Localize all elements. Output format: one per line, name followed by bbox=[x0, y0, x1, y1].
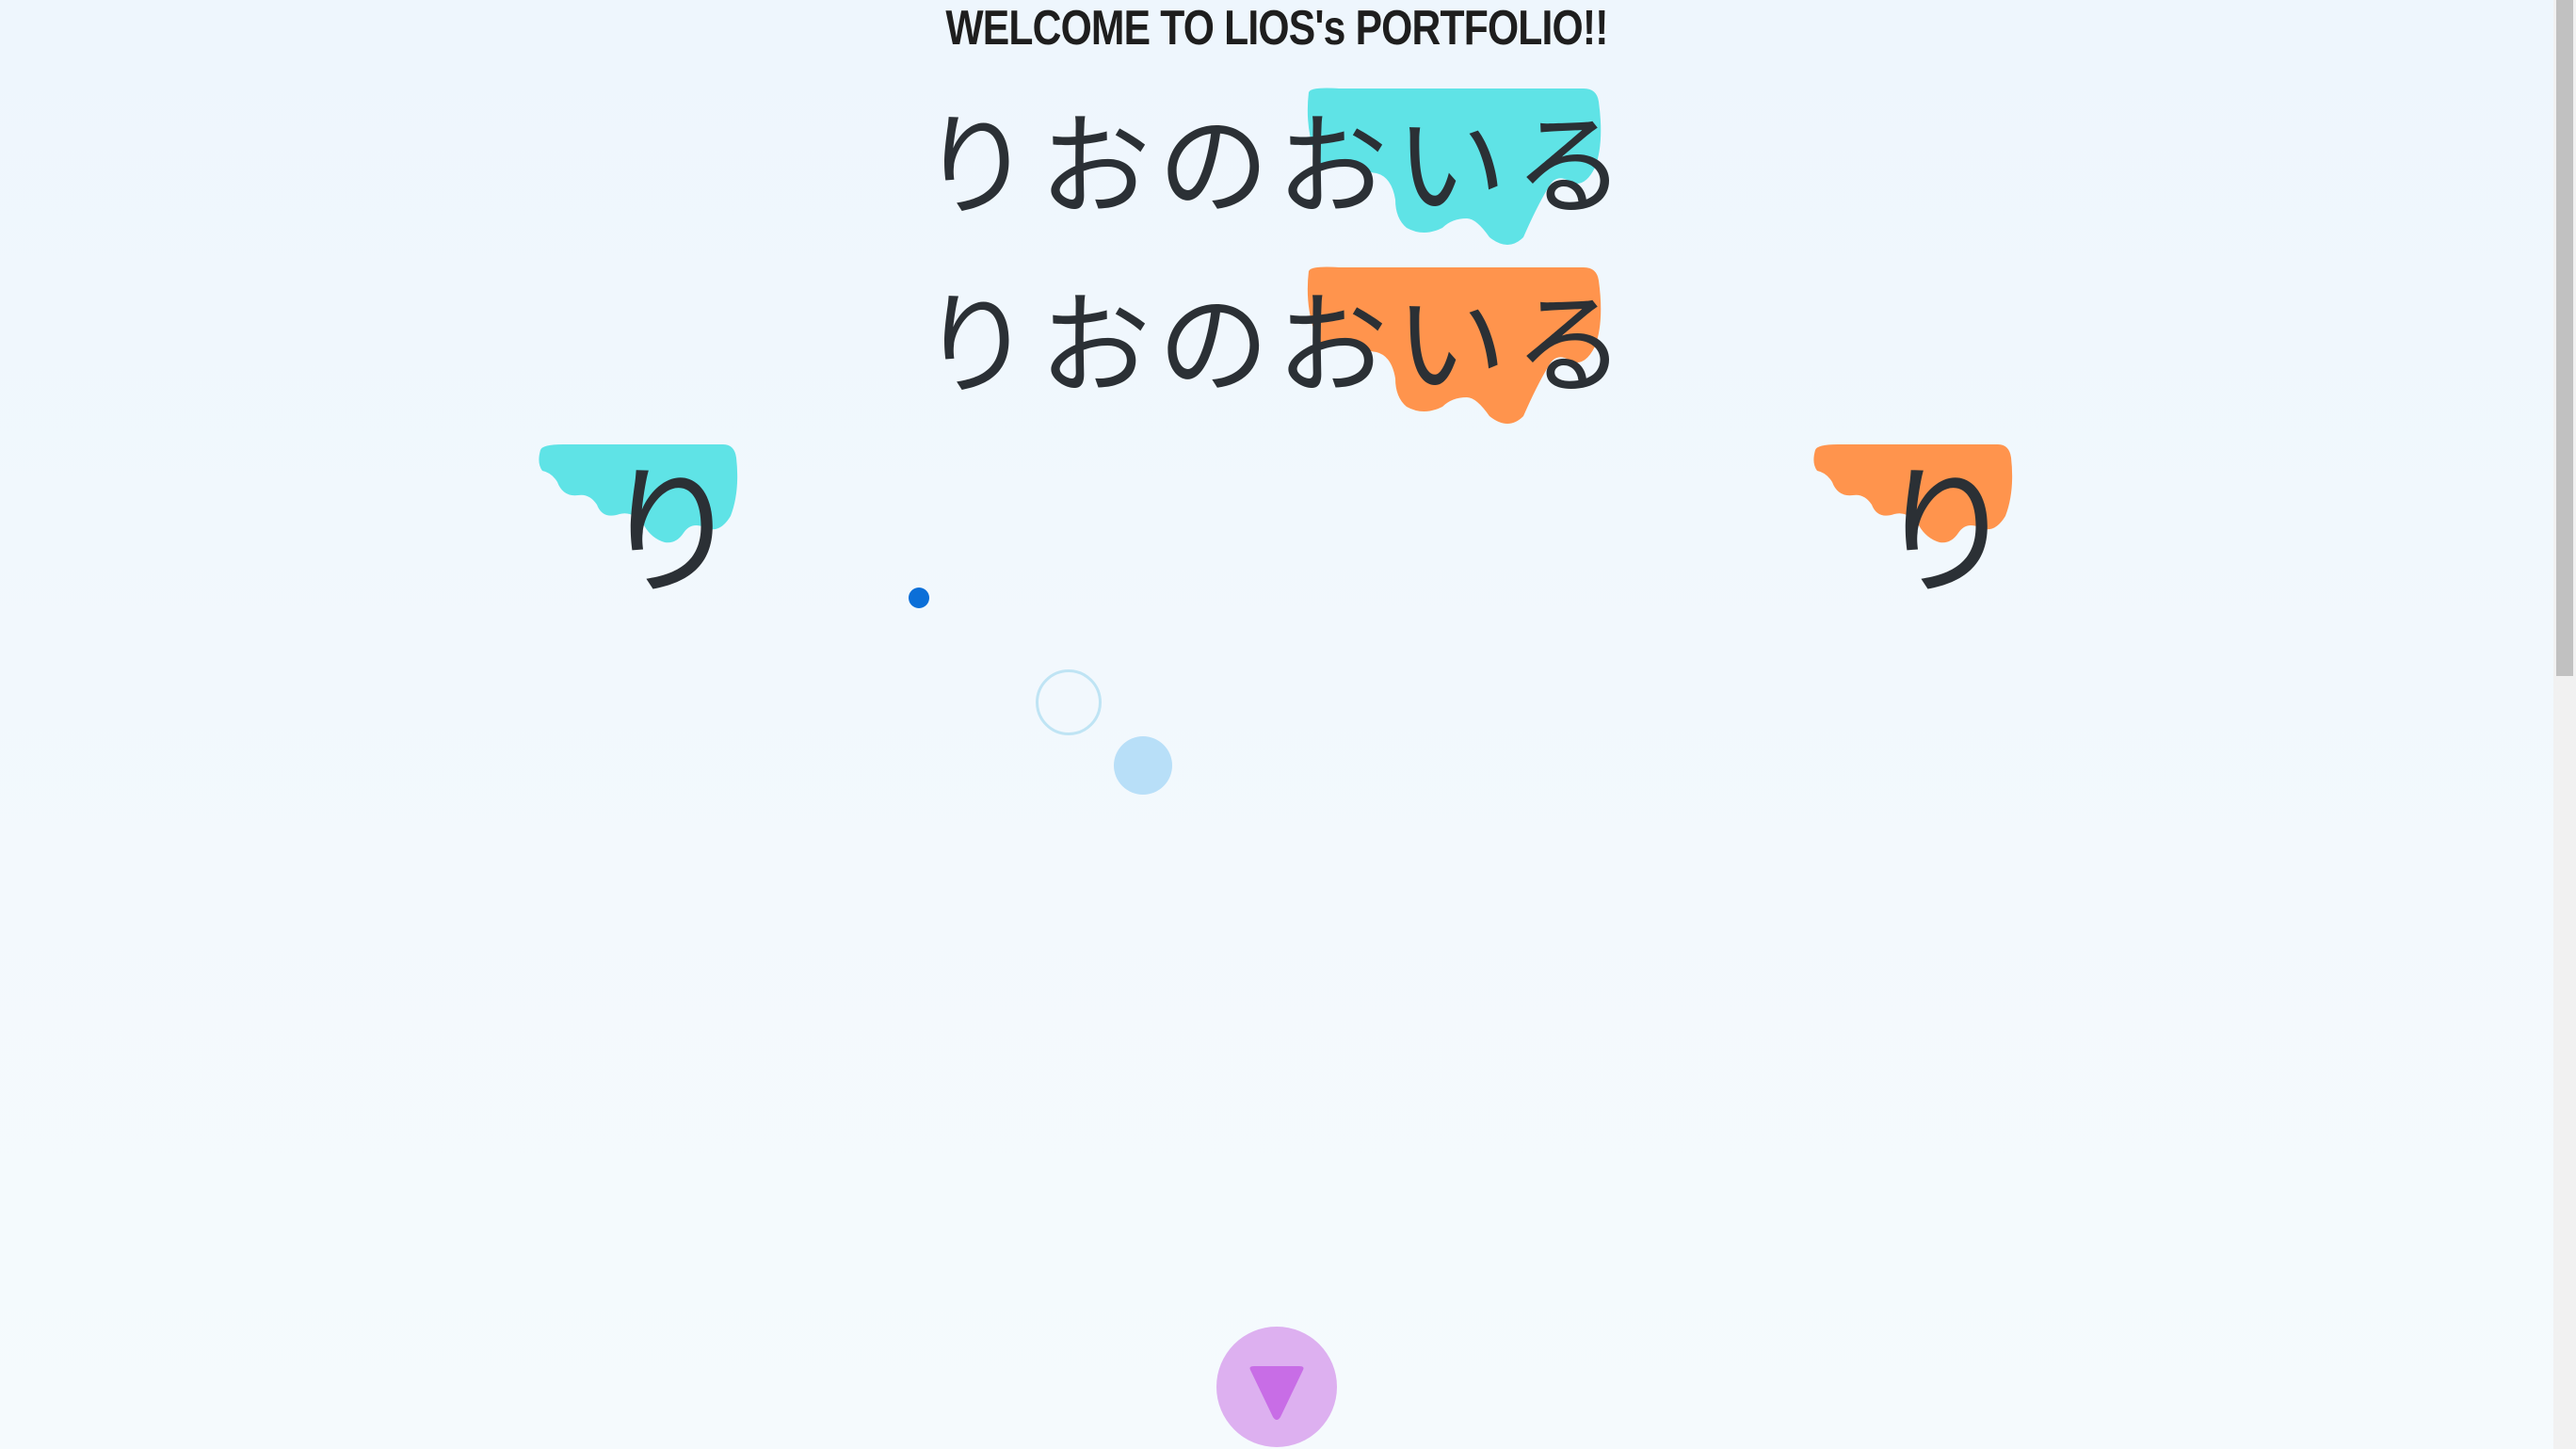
scrollbar-thumb[interactable] bbox=[2556, 0, 2573, 676]
side-mark-right: り bbox=[1810, 444, 2026, 633]
title-row-cyan: りおのおいる bbox=[0, 87, 2576, 256]
decor-bubble bbox=[1114, 736, 1172, 795]
side-mark-text: り bbox=[601, 452, 743, 616]
side-mark-left: り bbox=[535, 444, 751, 633]
scroll-down-button[interactable] bbox=[1216, 1327, 1337, 1447]
decor-ring bbox=[1036, 669, 1102, 735]
title-text: りおのおいる bbox=[920, 281, 1633, 411]
welcome-heading: WELCOME TO LIOS's PORTFOLIO!! bbox=[945, 1, 1608, 56]
portfolio-page: WELCOME TO LIOS's PORTFOLIO!! りおのおいる りおの… bbox=[0, 0, 2576, 1449]
title-text: りおのおいる bbox=[920, 102, 1633, 232]
title-row-orange: りおのおいる bbox=[0, 266, 2576, 435]
side-mark-text: り bbox=[1876, 452, 2018, 616]
vertical-scrollbar[interactable] bbox=[2553, 0, 2576, 1449]
triangle-down-icon bbox=[1249, 1366, 1304, 1420]
cursor-dot bbox=[909, 588, 929, 608]
